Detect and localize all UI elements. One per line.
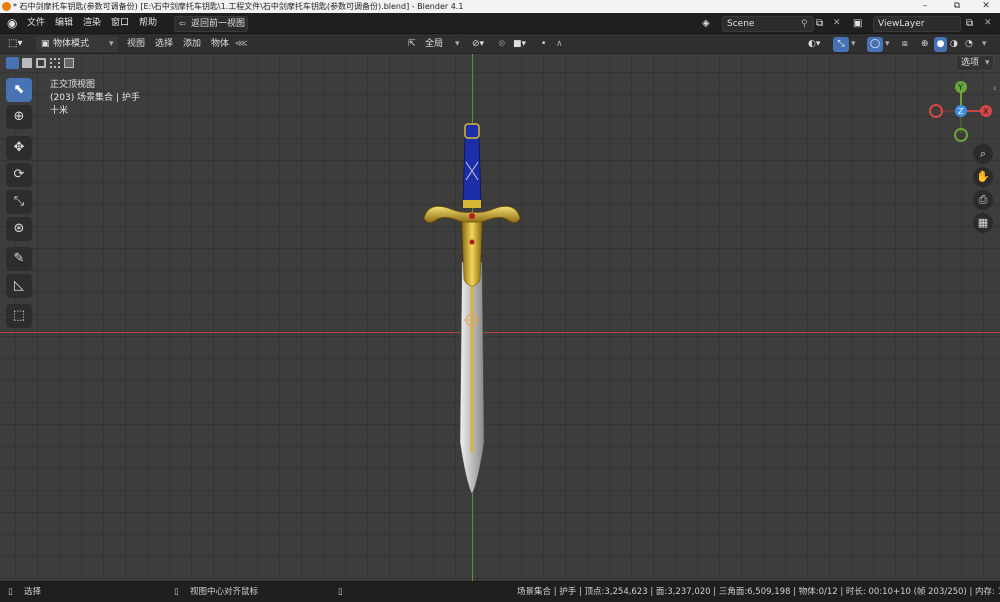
scene-icon[interactable]: ◈ <box>702 13 710 34</box>
gizmo-x-label: X <box>983 107 989 116</box>
gizmo-y-label: Y <box>957 83 963 92</box>
window-titlebar: * 石中剑摩托车钥匙(参数可调备份) [E:\石中剑摩托车钥匙\1.工程文件\石… <box>0 0 1000 13</box>
maximize-button[interactable]: ⧉ <box>943 0 971 13</box>
chevron-down-icon[interactable]: ▾ <box>885 34 890 54</box>
menu-render[interactable]: 渲染 <box>83 13 101 34</box>
minimize-button[interactable]: – <box>911 0 939 13</box>
new-viewlayer-icon[interactable]: ⧉ <box>966 13 973 34</box>
visibility-icon[interactable]: ◐▾ <box>808 34 820 54</box>
back-to-previous-button[interactable]: ⇦ 返回前一视图 <box>174 16 248 32</box>
close-button[interactable]: ✕ <box>972 0 1000 13</box>
select-new-icon[interactable] <box>6 57 19 69</box>
new-scene-icon[interactable]: ⧉ <box>816 13 823 34</box>
transform-orientation-selector[interactable]: 全局 ▾ <box>420 36 466 52</box>
status-mid-action: 视图中心对齐鼠标 <box>190 587 259 597</box>
overlay-toggle-icon[interactable]: ◯ <box>867 37 883 52</box>
orientation-icon[interactable]: ⇱ <box>408 34 416 54</box>
transform-icon[interactable]: ⊛ <box>6 217 32 241</box>
wireframe-shading-icon[interactable]: ⊕ <box>921 34 929 54</box>
grid-scale: 十米 <box>50 106 69 116</box>
viewlayer-name: ViewLayer <box>878 19 925 29</box>
top-menubar: ◉ 文件 编辑 渲染 窗口 帮助 ⇦ 返回前一视图 ◈ Scene ⚲ ⧉ ✕ … <box>0 13 1000 34</box>
snap-icon[interactable]: ⋘ <box>235 34 248 54</box>
mode-selector[interactable]: ▣ 物体模式 ▾ <box>36 36 118 52</box>
viewlayer-selector[interactable]: ViewLayer <box>873 16 961 32</box>
select-mode-group <box>6 57 78 70</box>
solid-shading-icon[interactable]: ● <box>934 37 947 52</box>
scene-name: Scene <box>727 19 755 29</box>
menu-help[interactable]: 帮助 <box>139 13 157 34</box>
mouse-middle-icon: ▯ <box>174 587 179 597</box>
gizmo-z-label: Z <box>958 107 964 116</box>
gizmo-toggle-icon[interactable]: ⤡ <box>833 37 849 52</box>
hand-icon[interactable]: ✋ <box>973 167 993 187</box>
chevron-down-icon: ▾ <box>109 39 114 49</box>
select-invert-icon[interactable] <box>50 58 60 68</box>
options-label: 选项 <box>961 58 980 68</box>
window-title: * 石中剑摩托车钥匙(参数可调备份) [E:\石中剑摩托车钥匙\1.工程文件\石… <box>13 2 464 11</box>
viewport-header: ⬚▾ ▣ 物体模式 ▾ 视图 选择 添加 物体 ⋘ ⇱ 全局 ▾ ⊘▾ ⊛ ■▾… <box>0 34 1000 54</box>
transform-orientation-label: 全局 <box>425 39 444 49</box>
blender-logo-icon[interactable]: ◉ <box>7 13 17 34</box>
mouse-left-icon: ▯ <box>8 587 13 597</box>
chevron-down-icon: ▾ <box>455 39 460 49</box>
move-icon[interactable]: ✥ <box>6 136 32 160</box>
menu-add[interactable]: 添加 <box>183 34 201 54</box>
chevron-down-icon[interactable]: ▾ <box>982 34 987 54</box>
select-box-icon[interactable]: ⬉ <box>6 78 32 102</box>
snap-toggle-icon[interactable]: ⊛ <box>498 34 506 54</box>
falloff-icon[interactable]: ∧ <box>556 34 563 54</box>
pivot-icon[interactable]: ⊘▾ <box>472 34 484 54</box>
zoom-icon[interactable]: ⌕ <box>973 144 993 164</box>
menu-view[interactable]: 视图 <box>127 34 145 54</box>
sword-model[interactable] <box>412 122 532 502</box>
mouse-right-icon: ▯ <box>338 587 343 597</box>
menu-edit[interactable]: 编辑 <box>55 13 73 34</box>
select-intersect-icon[interactable] <box>64 58 74 68</box>
mode-label: 物体模式 <box>53 39 90 49</box>
xray-icon[interactable]: ⧈ <box>902 34 908 54</box>
menu-window[interactable]: 窗口 <box>111 13 129 34</box>
blender-app-icon <box>2 2 11 11</box>
delete-viewlayer-icon[interactable]: ✕ <box>984 13 992 34</box>
collection-info: (203) 场景集合 | 护手 <box>50 93 140 103</box>
select-extend-icon[interactable] <box>22 58 32 68</box>
status-left-action: 选择 <box>24 587 42 597</box>
editor-type-icon[interactable]: ⬚▾ <box>8 34 22 54</box>
add-cube-icon[interactable]: ⬚ <box>6 304 32 328</box>
options-dropdown[interactable]: 选项 ▾ <box>956 55 994 71</box>
chevron-down-icon[interactable]: ▾ <box>851 34 856 54</box>
view-name: 正交顶视图 <box>50 80 96 90</box>
menu-file[interactable]: 文件 <box>27 13 45 34</box>
rendered-shading-icon[interactable]: ◔ <box>965 34 973 54</box>
scene-selector[interactable]: Scene ⚲ <box>722 16 814 32</box>
chevron-down-icon: ▾ <box>985 58 990 68</box>
snap-target-icon[interactable]: ■▾ <box>513 34 526 54</box>
material-shading-icon[interactable]: ◑ <box>950 34 958 54</box>
scene-statistics: 场景集合 | 护手 | 顶点:3,254,623 | 面:3,237,020 |… <box>517 587 1000 597</box>
status-bar: ▯ 选择 ▯ 视图中心对齐鼠标 ▯ 场景集合 | 护手 | 顶点:3,254,6… <box>0 581 1000 602</box>
pin-icon[interactable]: ⚲ <box>801 17 808 31</box>
navigation-gizmo[interactable]: Y Z X <box>926 78 998 144</box>
delete-scene-icon[interactable]: ✕ <box>833 13 841 34</box>
proportional-edit-icon[interactable]: • <box>541 34 546 54</box>
rotate-icon[interactable]: ⟳ <box>6 163 32 187</box>
menu-object[interactable]: 物体 <box>211 34 229 54</box>
viewlayer-icon[interactable]: ▣ <box>853 13 862 34</box>
measure-icon[interactable]: ◺ <box>6 274 32 298</box>
menu-select[interactable]: 选择 <box>155 34 173 54</box>
object-mode-icon: ▣ <box>41 39 50 49</box>
cursor-icon[interactable]: ⊕ <box>6 105 32 129</box>
back-icon: ⇦ <box>179 19 186 28</box>
select-subtract-icon[interactable] <box>36 58 46 68</box>
camera-icon[interactable]: ⎙ <box>973 190 993 210</box>
scale-icon[interactable]: ⤡ <box>6 190 32 214</box>
viewport-info: 正交顶视图 (203) 场景集合 | 护手 十米 <box>50 79 140 118</box>
annotate-icon[interactable]: ✎ <box>6 247 32 271</box>
3d-viewport[interactable]: 选项 ▾ ‹ 正交顶视图 (203) 场景集合 | 护手 十米 ⬉ ⊕ ✥ ⟳ … <box>0 54 1000 581</box>
back-to-previous-label: 返回前一视图 <box>191 19 246 29</box>
grid-icon[interactable]: ▦ <box>973 213 993 233</box>
